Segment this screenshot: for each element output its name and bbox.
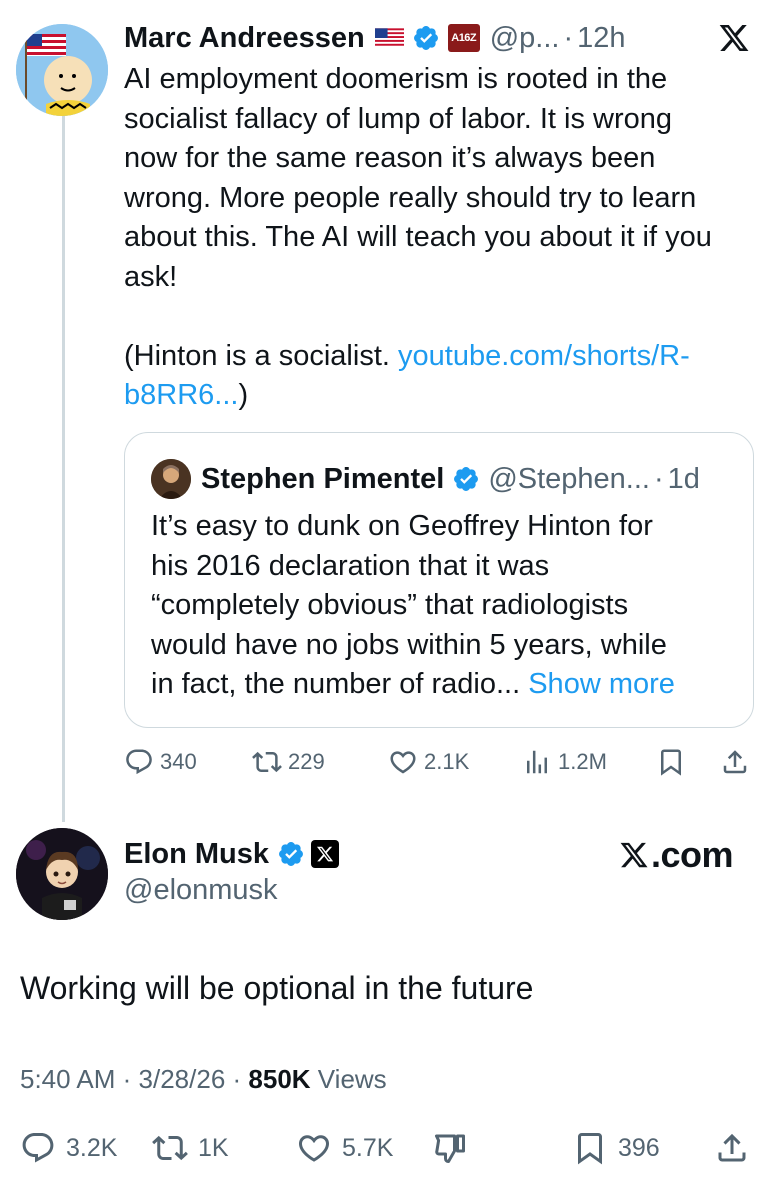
quote-text-line: would have no jobs within 5 years, while xyxy=(151,628,667,661)
quote-text-line: his 2016 declaration that it was xyxy=(151,549,550,582)
repost-count: 229 xyxy=(288,749,325,774)
paren-text: (Hinton is a socialist. xyxy=(124,339,398,372)
youtube-link[interactable]: youtube.com/shorts/R- xyxy=(398,340,690,372)
quote-avatar xyxy=(151,459,191,499)
quote-author-name: Stephen Pimentel xyxy=(201,462,445,495)
thread-connector-line xyxy=(62,116,65,822)
tweet-action-bar: 3.2K 1K 5.7K 396 xyxy=(20,1124,760,1172)
tweet-time[interactable]: 5:40 AM xyxy=(20,1064,115,1094)
repost-button[interactable]: 1K xyxy=(152,1124,229,1172)
brand-suffix: .com xyxy=(650,834,734,875)
x-mini-logo-icon xyxy=(316,846,334,862)
views-count: 850K xyxy=(248,1064,311,1094)
separator-dot: · xyxy=(653,462,664,495)
tweet-text-line: AI employment doomerism is rooted in the xyxy=(124,63,668,95)
bookmark-count: 396 xyxy=(618,1133,660,1162)
tweet-date[interactable]: 3/28/26 xyxy=(139,1064,226,1094)
quote-body: It’s easy to dunk on Geoffrey Hinton for… xyxy=(151,507,741,705)
like-count: 5.7K xyxy=(342,1133,394,1162)
x-logo-icon xyxy=(620,842,648,868)
affiliate-badge-icon: A16Z xyxy=(447,24,480,52)
share-button[interactable] xyxy=(720,740,750,784)
reply-icon xyxy=(22,1133,54,1163)
quote-last-line: in fact, the number of radio... xyxy=(151,668,521,700)
share-button[interactable] xyxy=(714,1124,750,1172)
thumbs-down-icon xyxy=(435,1134,465,1163)
verified-badge-icon xyxy=(413,26,438,50)
tweet-author-row: Elon Musk xyxy=(124,834,340,874)
verified-badge-icon xyxy=(454,467,479,491)
quote-text-line: It’s easy to dunk on Geoffrey Hinton for xyxy=(151,510,653,542)
repost-icon xyxy=(152,1135,188,1161)
views-button[interactable]: 1.2M xyxy=(522,740,607,784)
quote-text-line: in fact, the number of radio... Show mor… xyxy=(151,665,741,705)
quote-time: 1d xyxy=(667,462,700,495)
quote-tweet-card[interactable]: Stephen Pimentel @Stephen... · 1d It’s e… xyxy=(124,432,754,728)
repost-count: 1K xyxy=(198,1133,229,1162)
tweet-time[interactable]: 12h xyxy=(577,22,625,55)
avatar[interactable] xyxy=(16,24,108,116)
share-icon xyxy=(723,750,747,774)
views-count: 1.2M xyxy=(558,749,607,774)
like-count: 2.1K xyxy=(424,749,470,774)
share-icon xyxy=(718,1133,746,1162)
reply-count: 340 xyxy=(160,749,197,774)
like-button[interactable]: 5.7K xyxy=(296,1124,393,1172)
us-flag-icon xyxy=(374,28,404,48)
author-handle[interactable]: @elonmusk xyxy=(124,874,278,907)
tweet-text-line: about this. The AI will teach you about … xyxy=(124,221,712,253)
tweet-text-line: now for the same reason it’s always been xyxy=(124,142,656,174)
x-logo-icon xyxy=(719,25,749,51)
tweet-action-bar: 340 229 2.1K 1.2M xyxy=(124,740,764,784)
tweet-text-line: ask! xyxy=(124,260,178,293)
tweet-meta: 5:40 AM · 3/28/26 · 850K Views xyxy=(20,1064,387,1095)
separator-dot: · xyxy=(563,21,574,54)
reply-button[interactable]: 3.2K xyxy=(20,1124,117,1172)
repost-icon xyxy=(252,751,282,773)
author-name[interactable]: Marc Andreessen xyxy=(124,22,365,55)
avatar-image xyxy=(16,24,108,116)
tweet-text-line: (Hinton is a socialist. youtube.com/shor… xyxy=(124,337,764,377)
show-more-link[interactable]: Show more xyxy=(528,668,675,700)
tweet-body: Working will be optional in the future xyxy=(20,970,534,1006)
author-name[interactable]: Elon Musk xyxy=(124,838,269,871)
x-affiliate-badge-icon xyxy=(311,840,340,868)
tweet-text-line: socialist fallacy of lump of labor. It i… xyxy=(124,102,673,135)
quote-author-handle: @Stephen... xyxy=(488,462,650,495)
reply-button[interactable]: 340 xyxy=(124,740,197,784)
verified-badge-icon xyxy=(279,842,303,866)
avatar[interactable] xyxy=(16,828,108,920)
bookmark-icon xyxy=(578,1133,602,1165)
views-chart-icon xyxy=(527,750,547,774)
avatar-image xyxy=(16,828,108,920)
tweet-text-line: wrong. More people really should try to … xyxy=(124,181,697,214)
quote-text-line: “completely obvious” that radiologists xyxy=(151,589,629,621)
like-button[interactable]: 2.1K xyxy=(388,740,469,784)
dislike-button[interactable] xyxy=(432,1124,468,1172)
bookmark-button[interactable] xyxy=(656,740,686,784)
quote-author-row: Stephen Pimentel @Stephen... · 1d xyxy=(151,459,700,499)
bookmark-icon xyxy=(661,749,681,776)
tweet-body: AI employment doomerism is rooted in the… xyxy=(124,60,764,416)
views-label: Views xyxy=(317,1064,387,1094)
author-handle[interactable]: @p... xyxy=(490,22,560,55)
quote-avatar-image xyxy=(151,459,191,499)
repost-button[interactable]: 229 xyxy=(252,740,325,784)
reply-count: 3.2K xyxy=(66,1133,118,1162)
reply-icon xyxy=(126,749,152,775)
tweet-text-line: b8RR6...) xyxy=(124,376,764,416)
bookmark-button[interactable]: 396 xyxy=(572,1124,660,1172)
heart-icon xyxy=(390,751,416,774)
separator-dot: · xyxy=(122,1064,139,1094)
youtube-link-cont[interactable]: b8RR6... xyxy=(124,379,238,411)
heart-icon xyxy=(298,1135,330,1162)
tweet-author-row: Marc Andreessen A16Z @p... · 12h xyxy=(124,18,626,58)
paren-close: ) xyxy=(238,379,249,411)
x-com-brand: .com xyxy=(619,834,734,876)
separator-dot: · xyxy=(232,1064,249,1094)
